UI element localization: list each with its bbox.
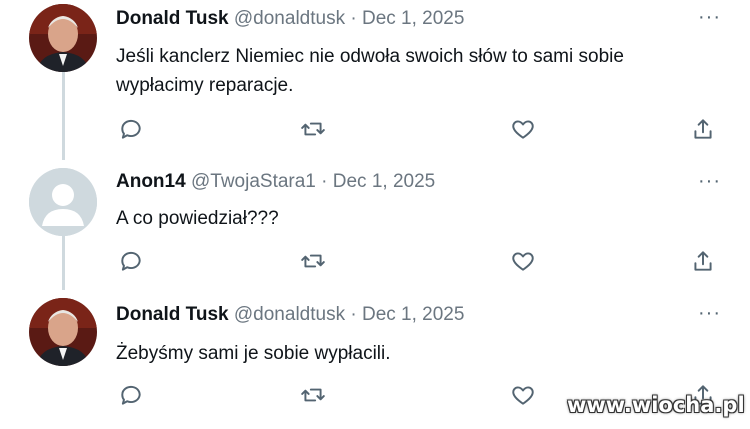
avatar[interactable] bbox=[29, 168, 97, 236]
tweet-date[interactable]: Dec 1, 2025 bbox=[362, 8, 464, 29]
reply-icon[interactable] bbox=[118, 248, 148, 278]
tweet-text-line: Żebyśmy sami je sobie wypłacili. bbox=[116, 343, 391, 364]
photo-avatar-icon bbox=[29, 4, 97, 72]
reply-icon[interactable] bbox=[118, 382, 148, 412]
more-options-icon[interactable]: ··· bbox=[698, 7, 721, 27]
watermark: www.wiocha.pl bbox=[567, 393, 745, 417]
more-options-icon[interactable]: ··· bbox=[698, 303, 721, 323]
tweet-date[interactable]: Dec 1, 2025 bbox=[362, 304, 464, 325]
like-icon[interactable] bbox=[510, 382, 540, 412]
author-name[interactable]: Donald Tusk bbox=[116, 304, 229, 325]
tweet-actions bbox=[0, 248, 750, 278]
separator: · bbox=[321, 171, 328, 192]
author-handle[interactable]: @donaldtusk bbox=[234, 8, 345, 29]
tweet[interactable]: Donald Tusk @donaldtusk · Dec 1, 2025 ··… bbox=[0, 0, 750, 150]
tweet-text: Jeśli kanclerz Niemiec nie odwoła swoich… bbox=[116, 42, 716, 100]
tweet-text: A co powiedział??? bbox=[116, 204, 716, 233]
tweet-header: Anon14 @TwojaStara1 · Dec 1, 2025 bbox=[116, 171, 435, 193]
separator: · bbox=[350, 304, 357, 325]
tweet-actions bbox=[0, 116, 750, 146]
separator: · bbox=[350, 8, 357, 29]
retweet-icon[interactable] bbox=[300, 382, 330, 412]
retweet-icon[interactable] bbox=[300, 116, 330, 146]
tweet-header: Donald Tusk @donaldtusk · Dec 1, 2025 bbox=[116, 8, 464, 30]
default-avatar-icon bbox=[29, 168, 97, 236]
author-handle[interactable]: @donaldtusk bbox=[234, 304, 345, 325]
author-handle[interactable]: @TwojaStara1 bbox=[191, 171, 316, 192]
tweet-text: Żebyśmy sami je sobie wypłacili. bbox=[116, 339, 716, 368]
tweet-header: Donald Tusk @donaldtusk · Dec 1, 2025 bbox=[116, 304, 464, 326]
avatar[interactable] bbox=[29, 298, 97, 366]
tweet-text-line: Jeśli kanclerz Niemiec nie odwoła swoich… bbox=[116, 46, 624, 67]
avatar[interactable] bbox=[29, 4, 97, 72]
share-icon[interactable] bbox=[690, 248, 720, 278]
tweet-text-line: wypłacimy reparacje. bbox=[116, 75, 294, 96]
tweet-date[interactable]: Dec 1, 2025 bbox=[333, 171, 435, 192]
like-icon[interactable] bbox=[510, 248, 540, 278]
retweet-icon[interactable] bbox=[300, 248, 330, 278]
author-name[interactable]: Donald Tusk bbox=[116, 8, 229, 29]
tweet-text-line: A co powiedział??? bbox=[116, 208, 279, 229]
like-icon[interactable] bbox=[510, 116, 540, 146]
more-options-icon[interactable]: ··· bbox=[698, 171, 721, 191]
author-name[interactable]: Anon14 bbox=[116, 171, 186, 192]
share-icon[interactable] bbox=[690, 116, 720, 146]
photo-avatar-icon bbox=[29, 298, 97, 366]
tweet[interactable]: Anon14 @TwojaStara1 · Dec 1, 2025 ··· A … bbox=[0, 160, 750, 280]
reply-icon[interactable] bbox=[118, 116, 148, 146]
